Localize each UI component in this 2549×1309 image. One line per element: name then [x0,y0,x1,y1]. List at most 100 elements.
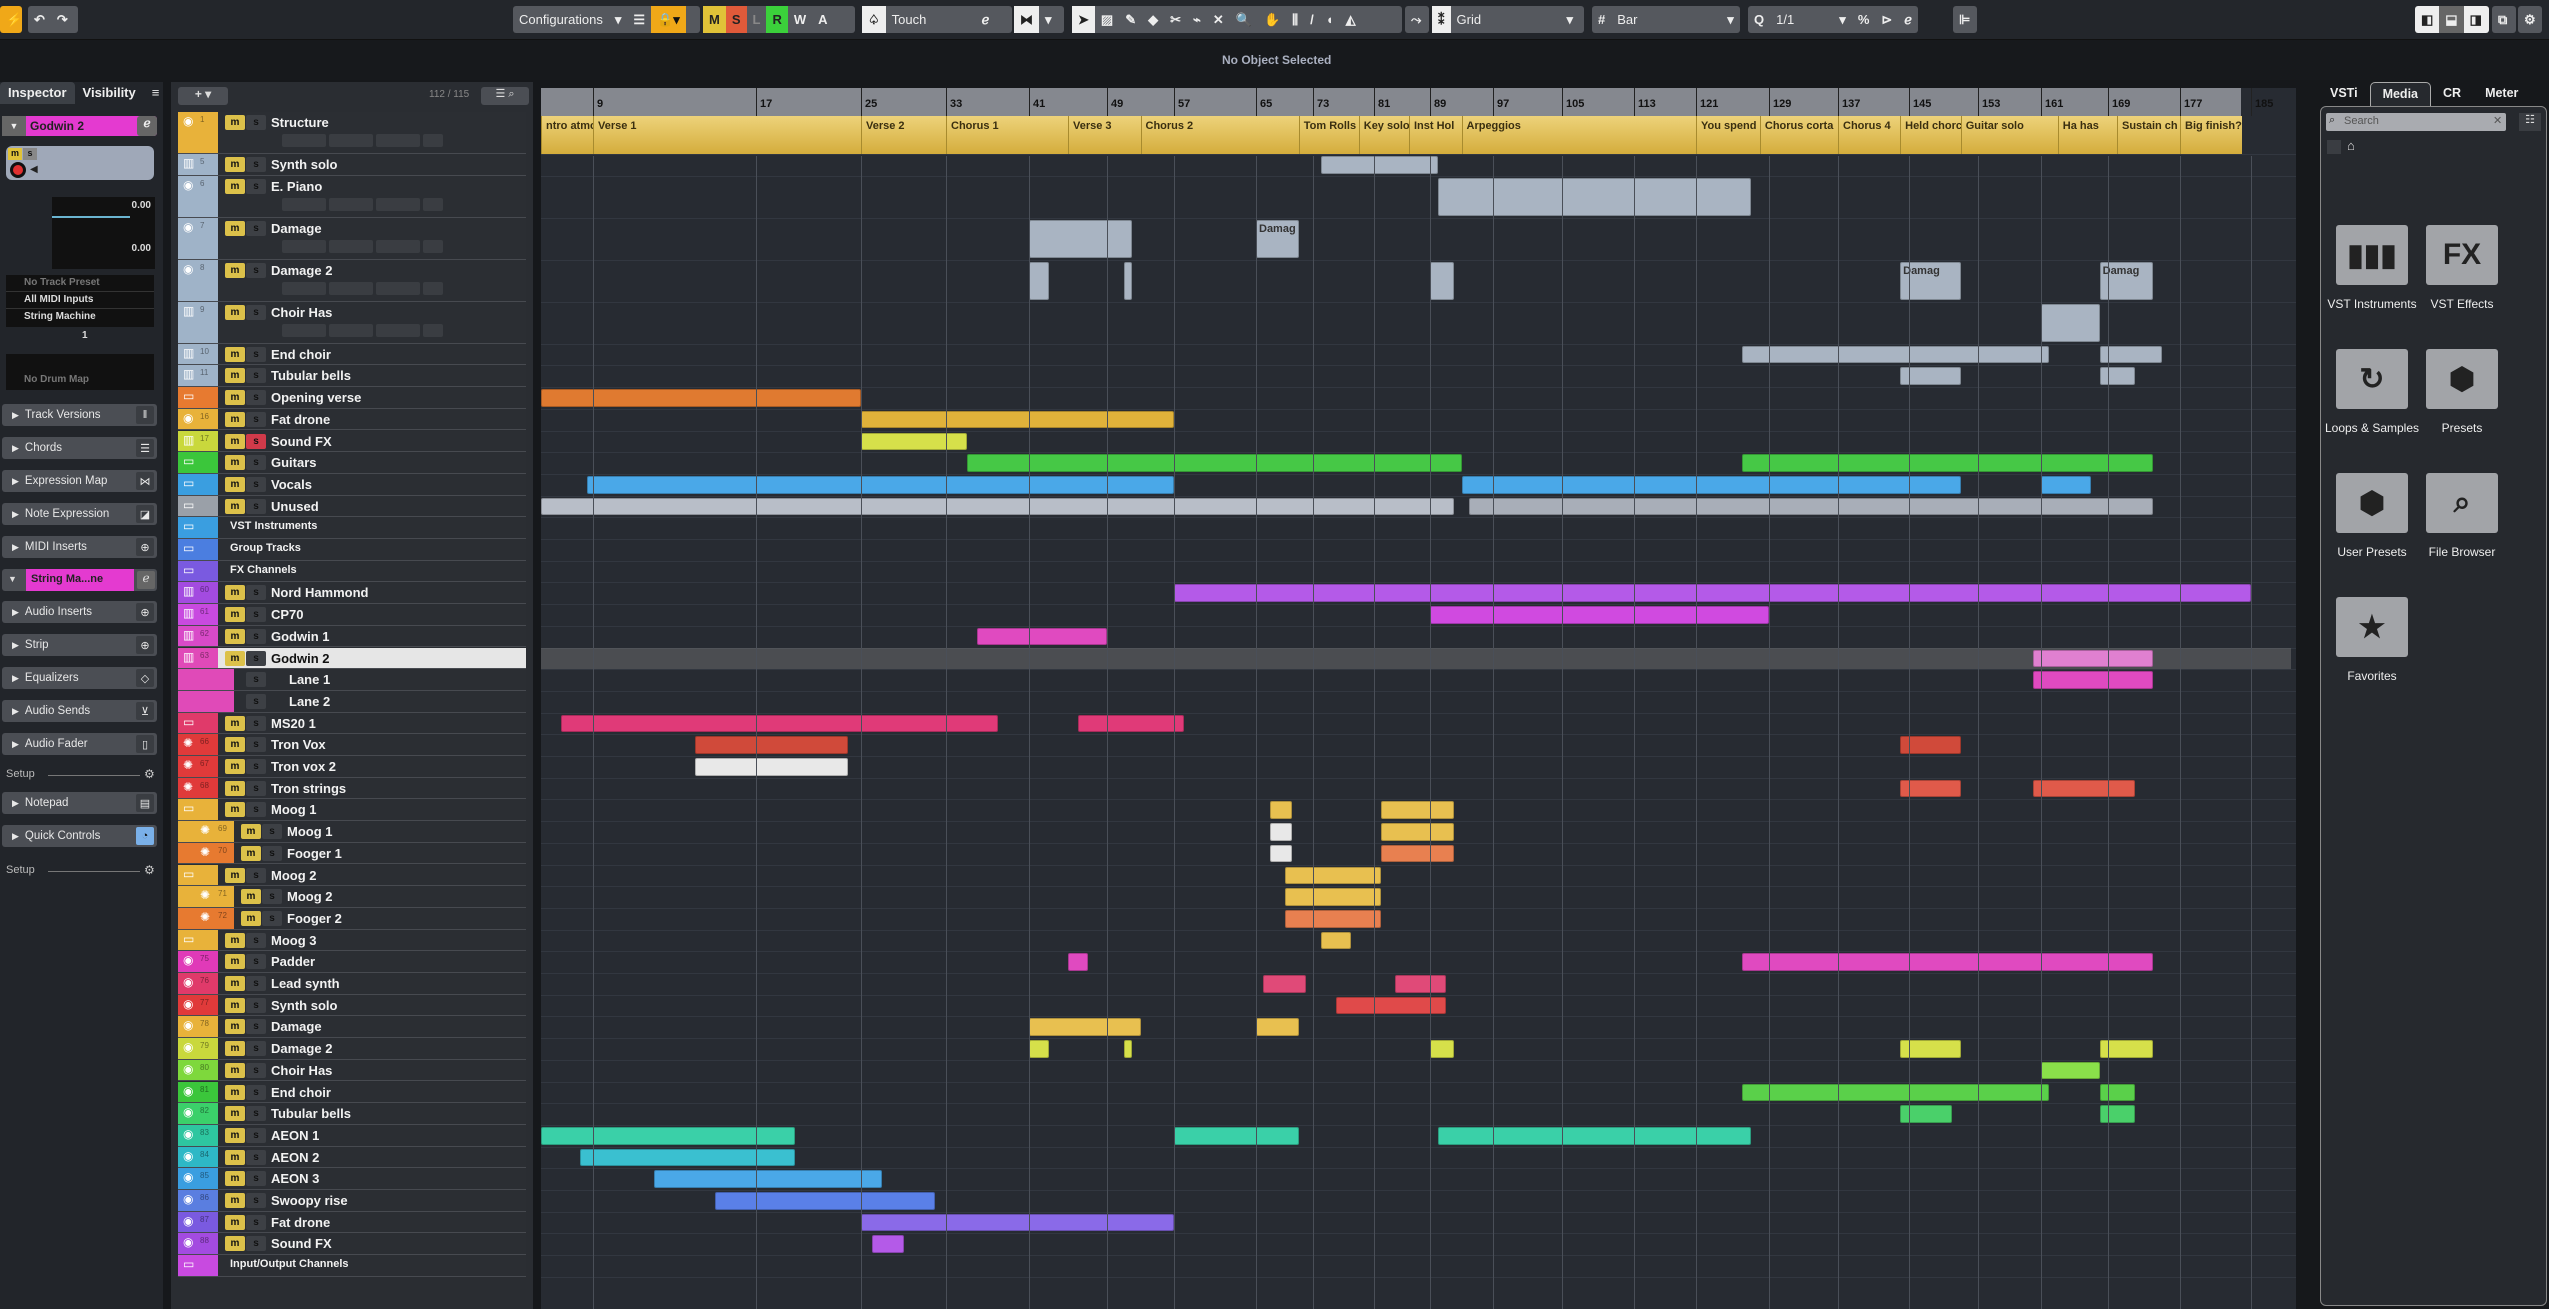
track-row[interactable]: ✺ 66 m s Tron Vox [178,734,526,756]
mute-button[interactable]: m [225,867,245,883]
mute-button[interactable]: m [225,1127,245,1143]
event[interactable] [1430,1040,1454,1058]
track-row[interactable]: ◉ 87 m s Fat drone [178,1211,526,1234]
track-name[interactable]: Damage [271,221,322,236]
section-audio-inserts[interactable]: ▶ Audio Inserts ⊕ [2,601,157,623]
marker-event[interactable]: You spend [1696,116,1760,154]
solo-button[interactable]: s [23,148,37,160]
solo-button[interactable]: s [246,476,266,492]
track-row[interactable]: ◉ 78 m s Damage [178,1016,526,1039]
track-row[interactable]: ◉ 82 m s Tubular bells [178,1103,526,1125]
track-row[interactable]: ◉ 76 m s Lead synth [178,973,526,995]
solo-button[interactable]: s [246,178,266,194]
glue-tool-icon[interactable]: ⌁ [1187,6,1207,33]
track-row[interactable]: ✺ 70 m s Fooger 1 [178,842,526,865]
track-row[interactable]: ◉ 77 m s Synth solo [178,994,526,1017]
solo-button[interactable]: s [262,889,282,905]
solo-button[interactable]: s [246,780,266,796]
solo-button[interactable]: s [246,157,266,172]
track-name[interactable]: FX Channels [230,564,297,576]
track-row[interactable]: ▥ 11 m s Tubular bells [178,365,526,388]
tab-cr[interactable]: CR [2431,82,2473,106]
quantize-presets-icon[interactable]: ⊳ [1875,6,1898,33]
solo-button[interactable]: s [246,1084,266,1100]
track-name[interactable]: Moog 2 [287,889,333,904]
mute-button[interactable]: m [225,780,245,796]
event[interactable] [560,714,998,733]
track-row[interactable]: ▭ Input/Output Channels [178,1255,526,1277]
edit-instrument-icon[interactable]: ℯ [137,571,155,589]
mute-button[interactable]: m [225,220,245,236]
solo-button[interactable]: s [246,650,266,666]
solo-button[interactable]: s [246,455,266,471]
mute-button[interactable]: m [225,1214,245,1230]
track-name[interactable]: Moog 1 [271,802,317,817]
event[interactable] [2041,1061,2100,1080]
track-name[interactable]: Vocals [271,477,312,492]
hexagons-icon[interactable]: ⬢ [2426,349,2498,409]
event[interactable] [1068,953,1088,971]
solo-all-button[interactable]: S [725,6,747,33]
event[interactable] [1430,261,1454,300]
event[interactable] [1741,454,2153,472]
track-row[interactable]: ✺ 71 m s Moog 2 [178,886,526,908]
mute-button[interactable]: m [225,607,245,623]
solo-button[interactable]: s [246,672,266,688]
grid-type-dropdown[interactable]: Bar [1611,6,1721,33]
track-row[interactable]: ▭ m s Unused [178,495,526,518]
event[interactable] [1284,909,1381,928]
event[interactable] [541,1126,796,1145]
track-name[interactable]: Structure [271,115,329,130]
event[interactable] [1174,1126,1299,1145]
track-row[interactable]: ◉ 81 m s End choir [178,1081,526,1104]
track-name[interactable]: Choir Has [271,1063,332,1078]
edit-icon[interactable]: ℯ [976,6,996,33]
track-name[interactable]: Opening verse [271,390,361,405]
pencil-tool-icon[interactable]: ✎ [1119,6,1142,33]
solo-button[interactable]: s [246,1236,266,1252]
track-name[interactable]: Fooger 2 [287,911,342,926]
tab-inspector[interactable]: Inspector [0,82,75,104]
track-name[interactable]: Moog 1 [287,824,333,839]
track-row[interactable]: ▥ 61 m s CP70 [178,604,526,626]
comp-tool-icon[interactable]: ⫼ [1286,6,1304,33]
track-row[interactable]: ▥ 5 m s Synth solo [178,154,526,176]
track-name[interactable]: Moog 3 [271,933,317,948]
solo-button[interactable]: s [246,1149,266,1165]
lock-icon[interactable]: 🔒▾ [651,6,686,33]
event[interactable] [1270,801,1292,820]
mute-button[interactable]: m [225,585,245,601]
mute-all-button[interactable]: M [703,6,726,33]
event[interactable] [694,758,848,776]
quantize-icon[interactable]: Q [1748,6,1770,33]
mute-button[interactable]: m [225,1149,245,1165]
mute-button[interactable]: m [225,759,245,774]
track-name[interactable]: AEON 1 [271,1128,319,1143]
mute-button[interactable]: m [225,1019,245,1035]
event[interactable] [1029,261,1049,300]
mute-button[interactable]: m [225,1236,245,1252]
window-layout-button[interactable]: ⧉ [2492,6,2516,33]
track-row[interactable]: ◉ 80 m s Choir Has [178,1059,526,1082]
automation-mode-dropdown[interactable]: Touch [886,6,976,33]
event[interactable] [1381,844,1454,863]
event[interactable] [694,736,848,754]
solo-button[interactable]: s [262,845,282,861]
track-row[interactable]: ▥ 17 m s Sound FX [178,430,526,453]
track-row[interactable]: ◉ 8 m s Damage 2 [178,259,526,302]
pointer-tool-icon[interactable]: ➤ [1072,6,1095,33]
lower-zone-toggle-icon[interactable]: ⬓ [2439,6,2464,33]
mute-button[interactable]: m [225,455,245,471]
solo-button[interactable]: s [246,411,266,427]
undo-button[interactable]: ↶ [28,6,51,33]
tab-visibility[interactable]: Visibility [75,82,144,104]
color-tool-icon[interactable]: ◭ [1340,6,1362,33]
event[interactable] [966,454,1462,472]
inspector-track-name[interactable]: ▼ Godwin 2 ℯ [2,116,157,136]
mute-button[interactable]: m [225,932,245,948]
tab-vsti[interactable]: VSTi [2318,82,2370,106]
event[interactable] [1741,1083,2050,1102]
track-row[interactable]: ◉ 1 m s Structure [178,112,526,154]
event[interactable] [1029,1018,1141,1037]
gear-icon[interactable]: ⚙ [144,863,155,877]
